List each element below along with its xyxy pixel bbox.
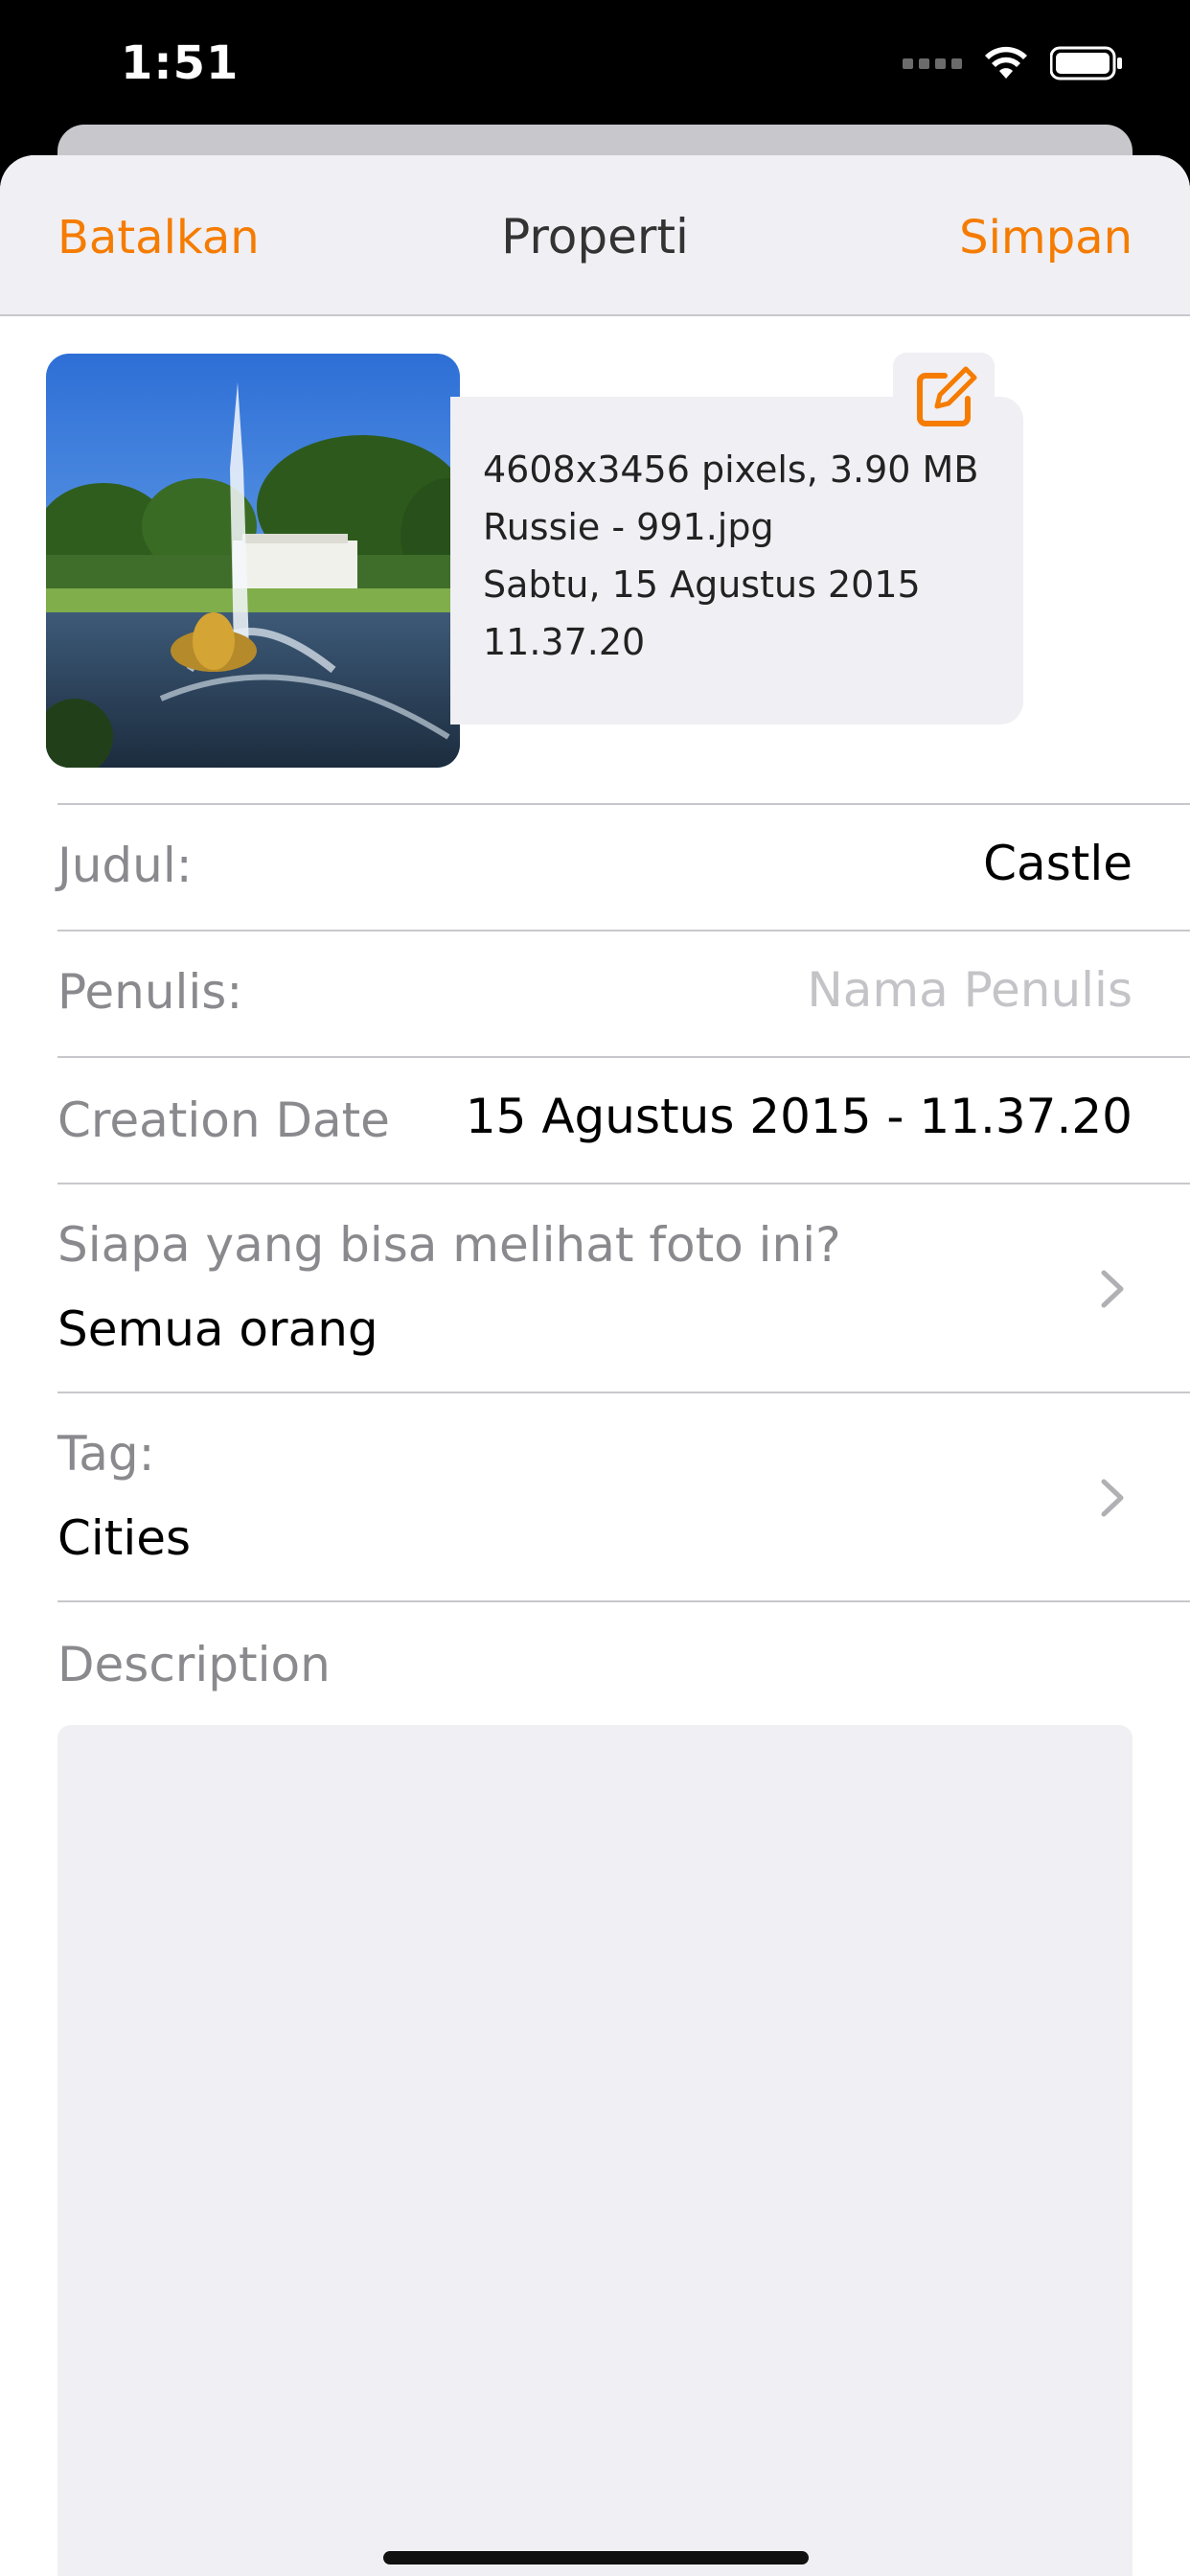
status-time: 1:51 <box>121 36 240 90</box>
creation-date-value[interactable]: 15 Agustus 2015 - 11.37.20 <box>466 1089 1133 1144</box>
author-label: Penulis: <box>57 964 243 1020</box>
description-label: Description <box>57 1637 331 1692</box>
photo-info: 4608x3456 pixels, 3.90 MB Russie - 991.j… <box>483 441 978 671</box>
chevron-right-icon <box>1101 1479 1124 1517</box>
cellular-signal-icon <box>903 58 962 69</box>
tags-value: Cities <box>57 1510 192 1566</box>
photo-filename: Russie - 991.jpg <box>483 506 774 548</box>
title-value[interactable]: Castle <box>983 836 1133 891</box>
photo-date: Sabtu, 15 Agustus 2015 <box>483 564 921 606</box>
edit-square-icon[interactable] <box>912 364 979 431</box>
divider <box>57 1183 1190 1184</box>
save-button[interactable]: Simpan <box>959 211 1133 264</box>
creation-date-label: Creation Date <box>57 1092 390 1148</box>
photo-thumbnail[interactable] <box>46 354 460 768</box>
title-label: Judul: <box>57 838 193 893</box>
tags-label: Tag: <box>57 1426 155 1482</box>
home-indicator[interactable] <box>383 2551 809 2564</box>
visibility-label: Siapa yang bisa melihat foto ini? <box>57 1217 841 1273</box>
status-icons <box>903 44 1123 82</box>
properties-sheet: Batalkan Properti Simpan 4608x3456 pixel… <box>0 155 1190 2576</box>
navigation-bar: Batalkan Properti Simpan <box>0 155 1190 316</box>
author-input[interactable]: Nama Penulis <box>807 962 1133 1018</box>
divider <box>57 1056 1190 1058</box>
status-bar: 1:51 <box>0 0 1190 134</box>
photo-dimensions-size: 4608x3456 pixels, 3.90 MB <box>483 448 979 491</box>
wifi-icon <box>985 46 1027 79</box>
visibility-value: Semua orang <box>57 1301 378 1357</box>
divider <box>57 1392 1190 1393</box>
divider <box>57 1600 1190 1602</box>
description-textarea[interactable] <box>57 1725 1133 2576</box>
battery-icon <box>1050 46 1122 80</box>
divider <box>57 803 1190 805</box>
divider <box>57 930 1190 932</box>
photo-time: 11.37.20 <box>483 621 646 663</box>
chevron-right-icon <box>1101 1270 1124 1308</box>
